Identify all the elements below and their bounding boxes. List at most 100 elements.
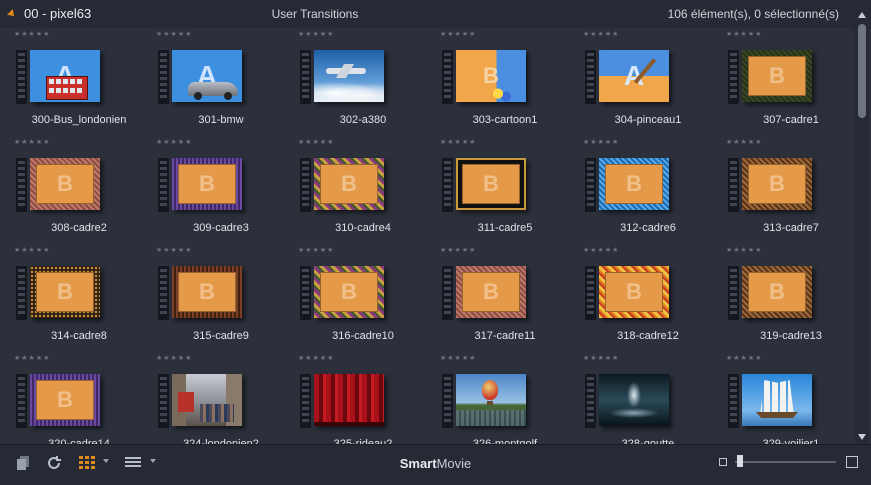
zoom-out-icon[interactable] — [719, 458, 727, 466]
transition-thumbnail[interactable] — [456, 374, 526, 426]
zoom-slider-handle[interactable] — [737, 455, 743, 467]
transition-tile[interactable]: ★★★★★ 326-montgolf — [440, 354, 570, 444]
transition-label: 314-cadre8 — [51, 330, 107, 342]
zoom-in-icon[interactable] — [846, 456, 858, 468]
transition-thumbnail[interactable]: B — [599, 266, 669, 318]
transition-label: 303-cartoon1 — [472, 114, 538, 126]
transition-tile[interactable]: ★★★★★ A 304-pinceau1 — [583, 30, 713, 135]
transition-thumbnail[interactable]: B — [456, 158, 526, 210]
transition-label: 308-cadre2 — [51, 222, 107, 234]
filmstrip-icon — [16, 158, 27, 212]
transition-tile[interactable]: ★★★★★ A 301-bmw — [156, 30, 286, 135]
rating-stars[interactable]: ★★★★★ — [156, 138, 192, 146]
filmstrip-icon — [728, 158, 739, 212]
transition-label: 319-cadre13 — [760, 330, 822, 342]
transition-tile[interactable]: ★★★★★ B 310-cadre4 — [298, 138, 428, 243]
transition-tile[interactable]: ★★★★★ 302-a380 — [298, 30, 428, 135]
rating-stars[interactable]: ★★★★★ — [298, 354, 334, 362]
filmstrip-icon — [585, 50, 596, 104]
transition-thumbnail[interactable]: B — [30, 266, 100, 318]
vertical-scrollbar[interactable] — [855, 6, 869, 444]
transition-tile[interactable]: ★★★★★ B 320-cadre14 — [14, 354, 144, 444]
transition-thumbnail[interactable]: B — [314, 158, 384, 210]
panel-footer: SmartMovie — [0, 444, 871, 485]
transition-thumbnail[interactable]: B — [742, 266, 812, 318]
transition-thumbnail[interactable]: B — [742, 50, 812, 102]
rating-stars[interactable]: ★★★★★ — [156, 30, 192, 38]
transition-tile[interactable]: ★★★★★ B 316-cadre10 — [298, 246, 428, 351]
transition-tile[interactable]: ★★★★★ A 300-Bus_londonien — [14, 30, 144, 135]
rating-stars[interactable]: ★★★★★ — [440, 30, 476, 38]
rating-stars[interactable]: ★★★★★ — [14, 30, 50, 38]
transition-thumbnail[interactable]: B — [314, 266, 384, 318]
rating-stars[interactable]: ★★★★★ — [440, 138, 476, 146]
rating-stars[interactable]: ★★★★★ — [14, 246, 50, 254]
filmstrip-icon — [16, 266, 27, 320]
rating-stars[interactable]: ★★★★★ — [583, 138, 619, 146]
rating-stars[interactable]: ★★★★★ — [583, 30, 619, 38]
transition-tile[interactable]: ★★★★★ B 319-cadre13 — [726, 246, 853, 351]
scroll-down-arrow-icon[interactable] — [858, 434, 866, 440]
transition-tile[interactable]: ★★★★★ B 317-cadre11 — [440, 246, 570, 351]
transition-tile[interactable]: ★★★★★ B 318-cadre12 — [583, 246, 713, 351]
rating-stars[interactable]: ★★★★★ — [726, 138, 762, 146]
filmstrip-icon — [728, 266, 739, 320]
transition-thumbnail[interactable]: A — [172, 50, 242, 102]
transition-thumbnail[interactable] — [742, 374, 812, 426]
scrollbar-thumb[interactable] — [858, 24, 866, 118]
transition-tile[interactable]: ★★★★★ B 303-cartoon1 — [440, 30, 570, 135]
transition-thumbnail[interactable] — [172, 374, 242, 426]
transition-tile[interactable]: ★★★★★ B 309-cadre3 — [156, 138, 286, 243]
transition-thumbnail[interactable]: B — [599, 158, 669, 210]
filmstrip-icon — [158, 374, 169, 428]
transition-label: 317-cadre11 — [474, 330, 536, 342]
brand-bold: Smart — [399, 456, 437, 471]
transition-tile[interactable]: ★★★★★ B 311-cadre5 — [440, 138, 570, 243]
rating-stars[interactable]: ★★★★★ — [726, 246, 762, 254]
transition-thumbnail[interactable] — [314, 374, 384, 426]
transition-thumbnail[interactable]: B — [456, 266, 526, 318]
rating-stars[interactable]: ★★★★★ — [583, 354, 619, 362]
rating-stars[interactable]: ★★★★★ — [726, 30, 762, 38]
rating-stars[interactable]: ★★★★★ — [583, 246, 619, 254]
transition-tile[interactable]: ★★★★★ 328-goutte — [583, 354, 713, 444]
rating-stars[interactable]: ★★★★★ — [156, 354, 192, 362]
scroll-up-arrow-icon[interactable] — [858, 12, 866, 18]
transition-tile[interactable]: ★★★★★ B 315-cadre9 — [156, 246, 286, 351]
rating-stars[interactable]: ★★★★★ — [440, 354, 476, 362]
rating-stars[interactable]: ★★★★★ — [726, 354, 762, 362]
transition-tile[interactable]: ★★★★★ 329-voilier1 — [726, 354, 853, 444]
filmstrip-icon — [158, 158, 169, 212]
transition-thumbnail[interactable]: B — [456, 50, 526, 102]
transition-thumbnail[interactable]: B — [742, 158, 812, 210]
transition-tile[interactable]: ★★★★★ B 313-cadre7 — [726, 138, 853, 243]
transition-thumbnail[interactable]: B — [172, 158, 242, 210]
transition-thumbnail[interactable]: B — [30, 374, 100, 426]
transition-label: 300-Bus_londonien — [31, 114, 127, 126]
rating-stars[interactable]: ★★★★★ — [298, 138, 334, 146]
transition-thumbnail[interactable]: B — [172, 266, 242, 318]
transition-thumbnail[interactable]: B — [30, 158, 100, 210]
transition-tile[interactable]: ★★★★★ 325-rideau2 — [298, 354, 428, 444]
transition-thumbnail[interactable] — [314, 50, 384, 102]
filmstrip-icon — [300, 374, 311, 428]
transition-tile[interactable]: ★★★★★ B 308-cadre2 — [14, 138, 144, 243]
rating-stars[interactable]: ★★★★★ — [14, 138, 50, 146]
transition-thumbnail[interactable] — [599, 374, 669, 426]
rating-stars[interactable]: ★★★★★ — [156, 246, 192, 254]
transition-tile[interactable]: ★★★★★ B 314-cadre8 — [14, 246, 144, 351]
transition-tile[interactable]: ★★★★★ 324-londonien2 — [156, 354, 286, 444]
filmstrip-icon — [16, 50, 27, 104]
filmstrip-icon — [728, 50, 739, 104]
rating-stars[interactable]: ★★★★★ — [14, 354, 50, 362]
rating-stars[interactable]: ★★★★★ — [298, 30, 334, 38]
transition-thumbnail[interactable]: A — [599, 50, 669, 102]
transition-tile[interactable]: ★★★★★ B 307-cadre1 — [726, 30, 853, 135]
rating-stars[interactable]: ★★★★★ — [440, 246, 476, 254]
transition-label: 304-pinceau1 — [614, 114, 682, 126]
rating-stars[interactable]: ★★★★★ — [298, 246, 334, 254]
transition-label: 307-cadre1 — [763, 114, 819, 126]
transition-thumbnail[interactable]: A — [30, 50, 100, 102]
zoom-slider[interactable] — [735, 461, 836, 463]
transition-tile[interactable]: ★★★★★ B 312-cadre6 — [583, 138, 713, 243]
